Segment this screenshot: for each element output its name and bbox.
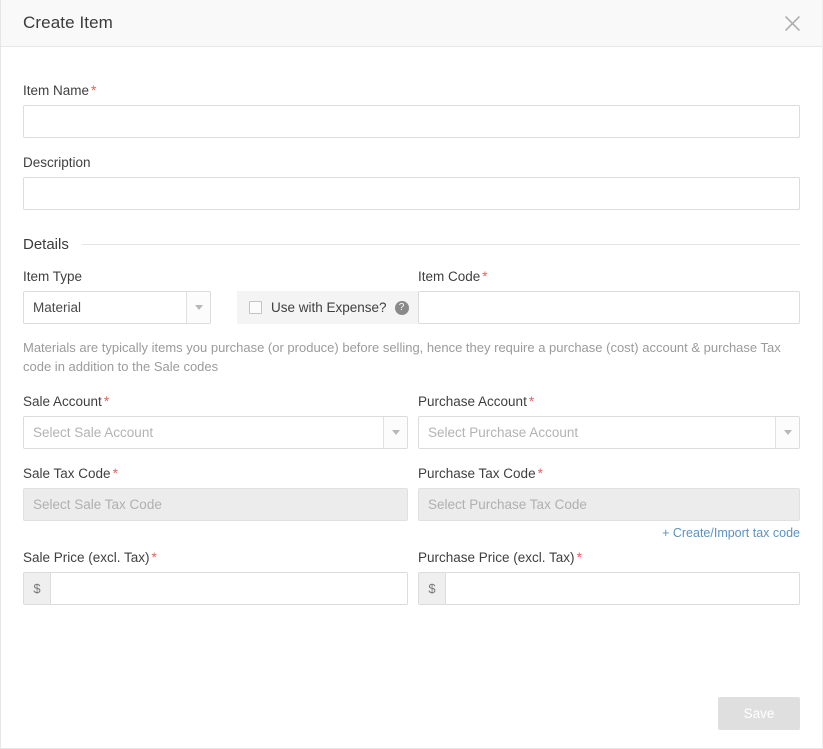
item-type-label-text: Item Type: [23, 269, 83, 284]
sale-account-label: Sale Account *: [23, 394, 408, 410]
item-name-label-text: Item Name: [23, 83, 90, 98]
close-button[interactable]: [778, 9, 806, 37]
item-code-label: Item Code *: [418, 269, 800, 285]
sale-price-label: Sale Price (excl. Tax) *: [23, 550, 408, 566]
purchase-account-value: Select Purchase Account: [428, 425, 579, 440]
close-icon: [784, 15, 801, 32]
sale-tax-code-select: Select Sale Tax Code: [23, 488, 408, 521]
sale-price-label-text: Sale Price (excl. Tax): [23, 550, 150, 565]
currency-symbol-icon: $: [24, 573, 51, 604]
sale-account-label-text: Sale Account: [23, 394, 102, 409]
create-item-dialog: Create Item Item Name * Description Detai…: [0, 0, 823, 749]
use-with-expense-label: Use with Expense?: [271, 300, 387, 315]
purchase-tax-code-value: Select Purchase Tax Code: [428, 497, 587, 512]
purchase-account-label: Purchase Account *: [418, 394, 800, 410]
chevron-down-icon: [383, 417, 407, 448]
purchase-account-select[interactable]: Select Purchase Account: [418, 416, 800, 449]
currency-symbol-icon: $: [419, 573, 446, 604]
prices-row: Sale Price (excl. Tax) * $ Purchase Price…: [23, 550, 800, 605]
save-button[interactable]: Save: [718, 697, 800, 730]
purchase-tax-code-select: Select Purchase Tax Code: [418, 488, 800, 521]
item-type-value: Material: [33, 300, 82, 315]
dialog-body: Item Name * Description Details Item Type…: [1, 47, 822, 605]
create-import-tax-code-link[interactable]: + Create/Import tax code: [662, 526, 800, 540]
item-type-select[interactable]: Material: [23, 291, 211, 324]
details-section-title: Details: [23, 236, 69, 253]
item-type-code-row: Item Type Material Use with Expense? ? I…: [23, 269, 800, 324]
required-asterisk: *: [482, 269, 488, 284]
details-section-header: Details: [23, 236, 800, 253]
item-code-label-text: Item Code: [418, 269, 481, 284]
sale-tax-code-label-text: Sale Tax Code: [23, 466, 111, 481]
help-circle-icon[interactable]: ?: [394, 300, 409, 315]
dialog-footer: Save: [1, 697, 822, 730]
item-code-input[interactable]: [418, 291, 800, 324]
description-label: Description: [23, 155, 800, 171]
purchase-tax-code-label-text: Purchase Tax Code: [418, 466, 536, 481]
purchase-price-label: Purchase Price (excl. Tax) *: [418, 550, 800, 566]
use-with-expense-checkbox[interactable]: [249, 301, 262, 314]
purchase-price-input[interactable]: [446, 573, 799, 604]
tax-code-link-row: + Create/Import tax code: [23, 526, 800, 540]
section-divider: [81, 244, 800, 245]
accounts-row: Sale Account * Select Sale Account Purcha…: [23, 394, 800, 449]
sale-account-value: Select Sale Account: [33, 425, 154, 440]
sale-account-select[interactable]: Select Sale Account: [23, 416, 408, 449]
page-title: Create Item: [23, 13, 113, 32]
item-name-label: Item Name *: [23, 83, 800, 99]
required-asterisk: *: [537, 466, 543, 481]
description-input[interactable]: [23, 177, 800, 210]
description-label-text: Description: [23, 155, 91, 170]
purchase-price-label-text: Purchase Price (excl. Tax): [418, 550, 575, 565]
use-with-expense-group: Use with Expense? ?: [237, 291, 421, 324]
required-asterisk: *: [528, 394, 535, 409]
dialog-header: Create Item: [1, 0, 822, 47]
purchase-price-group: $: [418, 572, 800, 605]
chevron-down-icon: [775, 417, 799, 448]
required-asterisk: *: [91, 83, 97, 98]
sale-tax-code-label: Sale Tax Code *: [23, 466, 408, 482]
required-asterisk: *: [112, 466, 118, 481]
required-asterisk: *: [151, 550, 157, 565]
chevron-down-icon: [186, 292, 210, 323]
required-asterisk: *: [103, 394, 110, 409]
purchase-account-label-text: Purchase Account: [418, 394, 527, 409]
item-name-input[interactable]: [23, 105, 800, 138]
required-asterisk: *: [576, 550, 582, 565]
purchase-tax-code-label: Purchase Tax Code *: [418, 466, 800, 482]
item-type-label: Item Type: [23, 269, 408, 285]
tax-codes-row: Sale Tax Code * Select Sale Tax Code Purc…: [23, 466, 800, 521]
sale-tax-code-value: Select Sale Tax Code: [33, 497, 162, 512]
item-type-helper-text: Materials are typically items you purcha…: [23, 340, 781, 374]
sale-price-group: $: [23, 572, 408, 605]
sale-price-input[interactable]: [51, 573, 407, 604]
